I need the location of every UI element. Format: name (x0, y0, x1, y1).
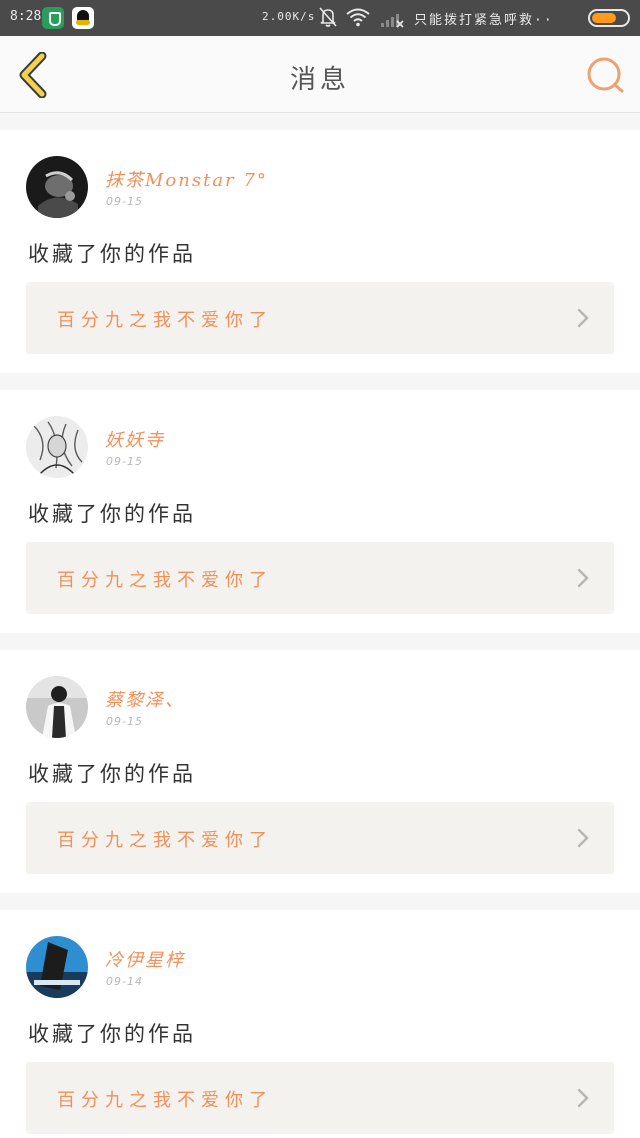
action-text: 收藏了你的作品 (28, 502, 196, 526)
avatar[interactable] (26, 156, 88, 218)
message-card[interactable]: 蔡黎泽、 09-15 收藏了你的作品 百分九之我不爱你了 (0, 650, 640, 893)
action-text: 收藏了你的作品 (28, 1022, 196, 1046)
status-bar: 8:28 2.00K/s 只能拨打紧急呼救·· (0, 0, 640, 36)
message-date: 09-14 (106, 975, 143, 988)
status-time: 8:28 (10, 9, 42, 24)
work-link[interactable]: 百分九之我不爱你了 (26, 542, 614, 614)
avatar[interactable] (26, 936, 88, 998)
work-title: 百分九之我不爱你了 (57, 1090, 273, 1111)
message-card[interactable]: 冷伊星梓 09-14 收藏了你的作品 百分九之我不爱你了 (0, 910, 640, 1138)
chevron-right-icon (577, 568, 589, 588)
page-title: 消息 (289, 65, 350, 95)
search-button[interactable] (584, 54, 626, 96)
battery-level (592, 13, 617, 23)
username[interactable]: 蔡黎泽、 (105, 686, 185, 712)
avatar[interactable] (26, 676, 88, 738)
work-link[interactable]: 百分九之我不爱你了 (26, 282, 614, 354)
message-card[interactable]: 妖妖寺 09-15 收藏了你的作品 百分九之我不爱你了 (0, 390, 640, 633)
chevron-right-icon (577, 1088, 589, 1108)
network-speed: 2.00K/s (262, 10, 316, 23)
chevron-right-icon (577, 828, 589, 848)
battery-icon (588, 9, 630, 27)
action-text: 收藏了你的作品 (28, 762, 196, 786)
carrier-text: 只能拨打紧急呼救·· (414, 13, 554, 28)
qq-icon (72, 7, 94, 29)
nav-bar: 消息 (0, 36, 640, 113)
work-title: 百分九之我不爱你了 (57, 830, 273, 851)
shield-app-icon (42, 7, 64, 29)
username[interactable]: 冷伊星梓 (105, 946, 185, 972)
avatar[interactable] (26, 416, 88, 478)
message-card[interactable]: 抹茶Monstar 7° 09-15 收藏了你的作品 百分九之我不爱你了 (0, 130, 640, 373)
work-link[interactable]: 百分九之我不爱你了 (26, 1062, 614, 1134)
signal-icon (381, 14, 404, 28)
chevron-right-icon (577, 308, 589, 328)
work-title: 百分九之我不爱你了 (57, 310, 273, 331)
message-date: 09-15 (106, 195, 143, 208)
username[interactable]: 抹茶Monstar 7° (105, 166, 268, 192)
wifi-icon (346, 8, 370, 27)
username[interactable]: 妖妖寺 (105, 426, 165, 452)
action-text: 收藏了你的作品 (28, 242, 196, 266)
message-date: 09-15 (106, 455, 143, 468)
bell-muted-icon (319, 7, 337, 27)
work-title: 百分九之我不爱你了 (57, 570, 273, 591)
work-link[interactable]: 百分九之我不爱你了 (26, 802, 614, 874)
message-date: 09-15 (106, 715, 143, 728)
